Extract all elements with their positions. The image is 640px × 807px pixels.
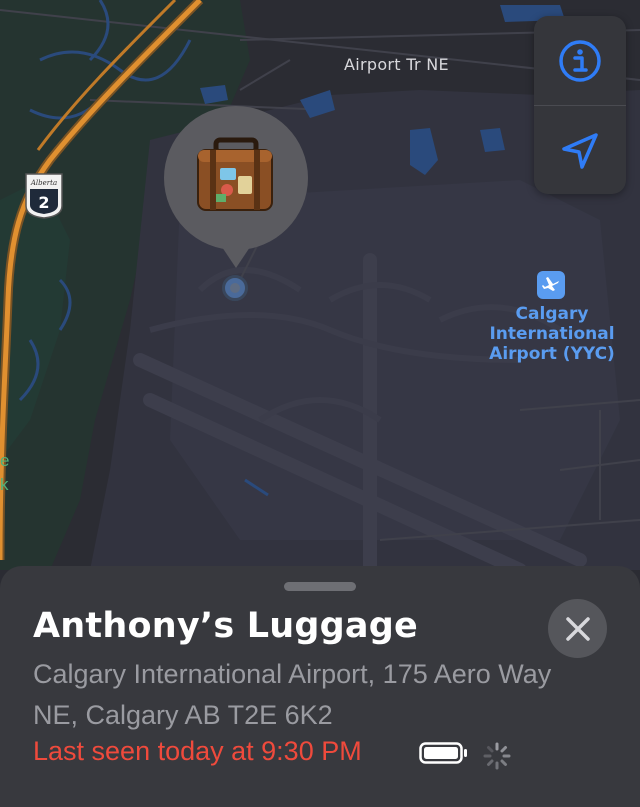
- map-controls: [534, 16, 626, 194]
- airport-label[interactable]: Calgary International Airport (YYC): [476, 304, 628, 364]
- luggage-pin[interactable]: [164, 106, 308, 268]
- highway-shield: Alberta 2: [24, 172, 64, 220]
- airport-label-line-3: Airport (YYC): [489, 344, 615, 364]
- info-icon: [559, 39, 601, 82]
- item-title: Anthony’s Luggage: [33, 606, 418, 646]
- info-button[interactable]: [534, 16, 626, 105]
- map-edge-label: e k: [0, 449, 9, 497]
- highway-province-text: Alberta: [30, 179, 57, 187]
- airplane-icon[interactable]: [537, 271, 565, 299]
- map-edge-label-line-2: k: [0, 475, 9, 494]
- last-seen-text: Last seen today at 9:30 PM: [33, 736, 362, 766]
- item-detail-sheet: Anthony’s Luggage Calgary International …: [0, 566, 640, 807]
- location-arrow-icon: [562, 132, 598, 169]
- location-dot: [222, 275, 248, 301]
- map-edge-label-line-1: e: [0, 451, 10, 470]
- luggage-icon: [197, 137, 273, 211]
- item-address: Calgary International Airport, 175 Aero …: [33, 659, 552, 730]
- airport-label-line-1: Calgary: [515, 304, 589, 324]
- close-icon: [565, 616, 590, 641]
- airport-label-line-2: International: [489, 324, 615, 344]
- loading-spinner-icon: [483, 742, 511, 775]
- close-button[interactable]: [548, 599, 607, 658]
- location-button[interactable]: [534, 106, 626, 194]
- battery-icon: [419, 742, 469, 769]
- highway-number: 2: [38, 193, 49, 212]
- sheet-grabber[interactable]: [284, 582, 356, 591]
- road-label-airport-trail: Airport Tr NE: [344, 55, 449, 74]
